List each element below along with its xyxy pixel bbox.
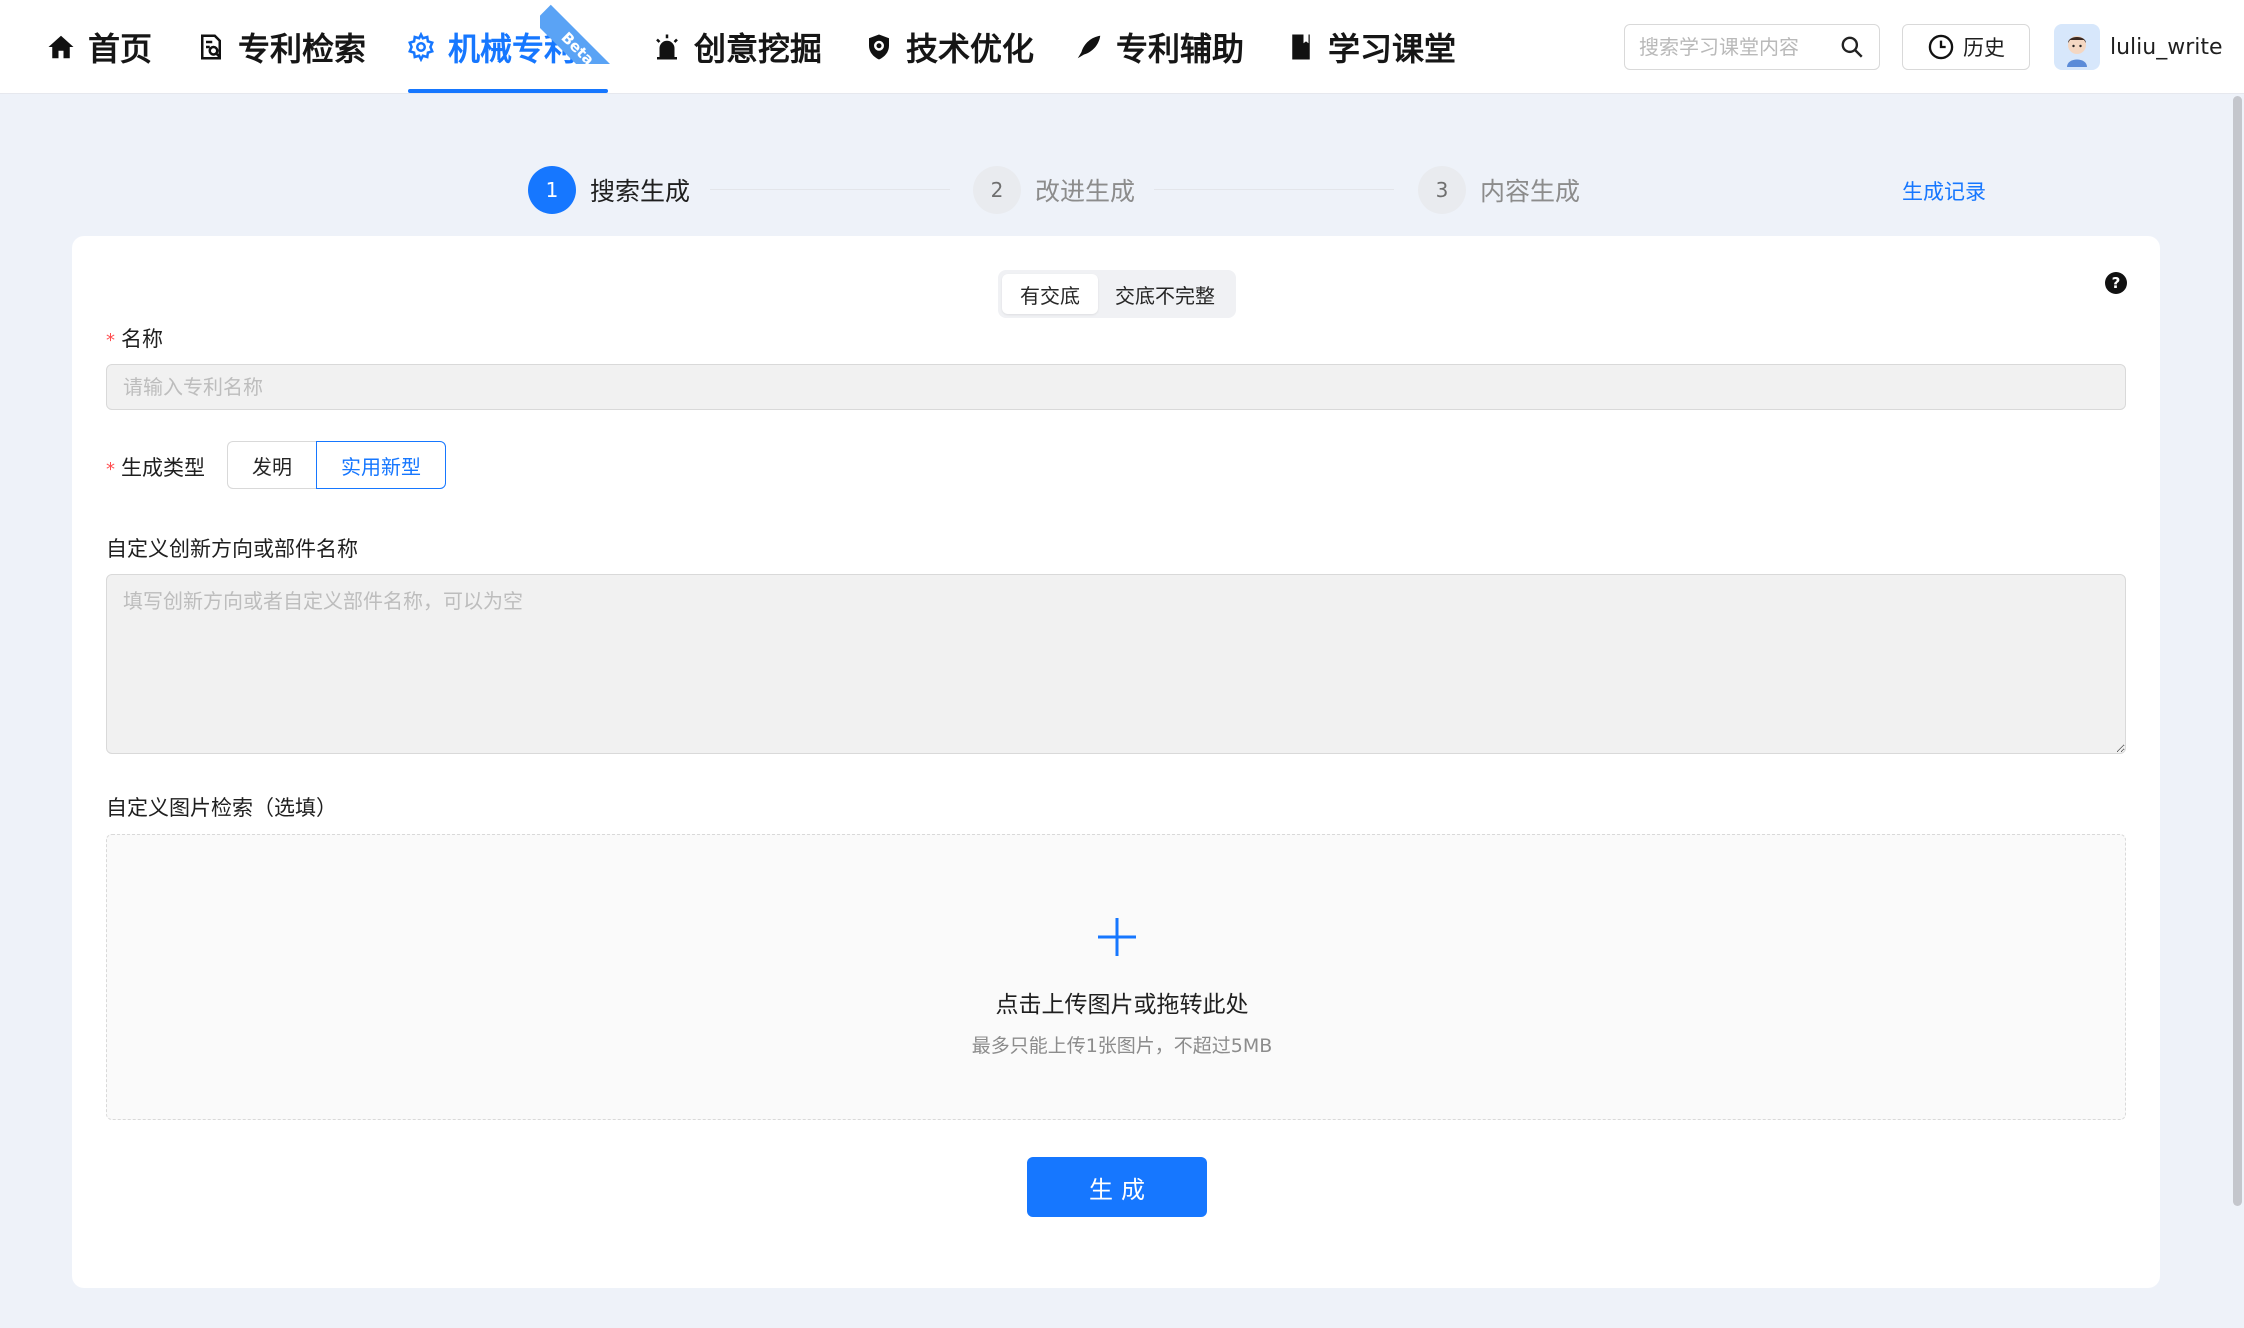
avatar xyxy=(2054,24,2100,70)
alarm-light-icon xyxy=(656,34,678,60)
upload-hint: 最多只能上传1张图片，不超过5MB xyxy=(971,1035,1273,1057)
type-option-utility-model[interactable]: 实用新型 xyxy=(316,441,446,489)
required-mark: * xyxy=(106,330,115,351)
nav-item-patent-search[interactable]: 专利检索 xyxy=(196,0,366,94)
nav-item-label: 专利辅助 xyxy=(1116,30,1245,68)
image-search-label: 自定义图片检索（选填） xyxy=(106,796,337,820)
step-number: 2 xyxy=(973,166,1021,214)
custom-direction-label: 自定义创新方向或部件名称 xyxy=(106,537,358,561)
nav-item-label: 学习课堂 xyxy=(1328,30,1457,68)
username: luliu_write xyxy=(2110,34,2223,60)
step-connector xyxy=(710,189,950,190)
custom-direction-textarea[interactable] xyxy=(106,574,2126,754)
step-label: 内容生成 xyxy=(1480,177,1581,206)
help-icon[interactable]: ? xyxy=(2105,272,2127,294)
clock-icon xyxy=(1928,34,1954,60)
step-number: 1 xyxy=(528,166,576,214)
type-label: * 生成类型 xyxy=(106,456,205,480)
home-icon xyxy=(48,35,74,59)
step-search-generate: 1 搜索生成 xyxy=(528,166,690,214)
nav-item-idea-mining[interactable]: 创意挖掘 xyxy=(652,0,822,94)
nav-item-home[interactable]: 首页 xyxy=(46,0,152,94)
nav-item-patent-assist[interactable]: 专利辅助 xyxy=(1074,0,1244,94)
gear-icon xyxy=(408,32,434,62)
required-mark: * xyxy=(106,459,115,480)
book-icon xyxy=(1292,34,1310,60)
type-option-invention[interactable]: 发明 xyxy=(227,441,316,489)
nav-item-label: 专利检索 xyxy=(238,30,367,68)
search-input[interactable] xyxy=(1639,35,1839,59)
step-connector xyxy=(1154,189,1394,190)
plus-icon xyxy=(1098,918,1136,956)
search-icon[interactable] xyxy=(1839,34,1865,60)
step-content-generate: 3 内容生成 xyxy=(1418,166,1580,214)
history-button[interactable]: 历史 xyxy=(1902,24,2030,70)
name-label: * 名称 xyxy=(106,327,163,351)
nav-item-label: 创意挖掘 xyxy=(694,30,823,68)
mode-toggle: 有交底 交底不完整 xyxy=(998,270,1236,318)
document-search-icon xyxy=(201,34,221,60)
generate-button[interactable]: 生成 xyxy=(1027,1157,1207,1217)
quill-icon xyxy=(1077,35,1101,59)
upload-title: 点击上传图片或拖转此处 xyxy=(995,992,1249,1018)
history-label: 历史 xyxy=(1963,36,2005,60)
image-upload-dropzone[interactable] xyxy=(106,834,2126,1120)
nav-item-learning[interactable]: 学习课堂 xyxy=(1286,0,1456,94)
nav-item-label: 首页 xyxy=(88,30,153,68)
step-label: 搜索生成 xyxy=(590,177,691,206)
nav-item-label: 技术优化 xyxy=(906,30,1035,68)
beta-badge: Beta xyxy=(540,2,612,64)
mode-option-incomplete[interactable]: 交底不完整 xyxy=(1098,274,1232,314)
step-number: 3 xyxy=(1418,166,1466,214)
mode-option-complete[interactable]: 有交底 xyxy=(1002,274,1098,314)
search-box xyxy=(1624,24,1880,70)
shield-icon xyxy=(869,34,889,60)
nav-item-tech-optimization[interactable]: 技术优化 xyxy=(864,0,1034,94)
user-menu[interactable]: luliu_write xyxy=(2054,22,2223,72)
generation-record-link[interactable]: 生成记录 xyxy=(1902,176,1986,206)
step-label: 改进生成 xyxy=(1035,177,1136,206)
step-improve-generate: 2 改进生成 xyxy=(973,166,1135,214)
patent-name-input[interactable] xyxy=(106,364,2126,410)
generation-type-radio-group: 发明 实用新型 xyxy=(227,441,446,489)
active-tab-indicator xyxy=(408,89,608,93)
